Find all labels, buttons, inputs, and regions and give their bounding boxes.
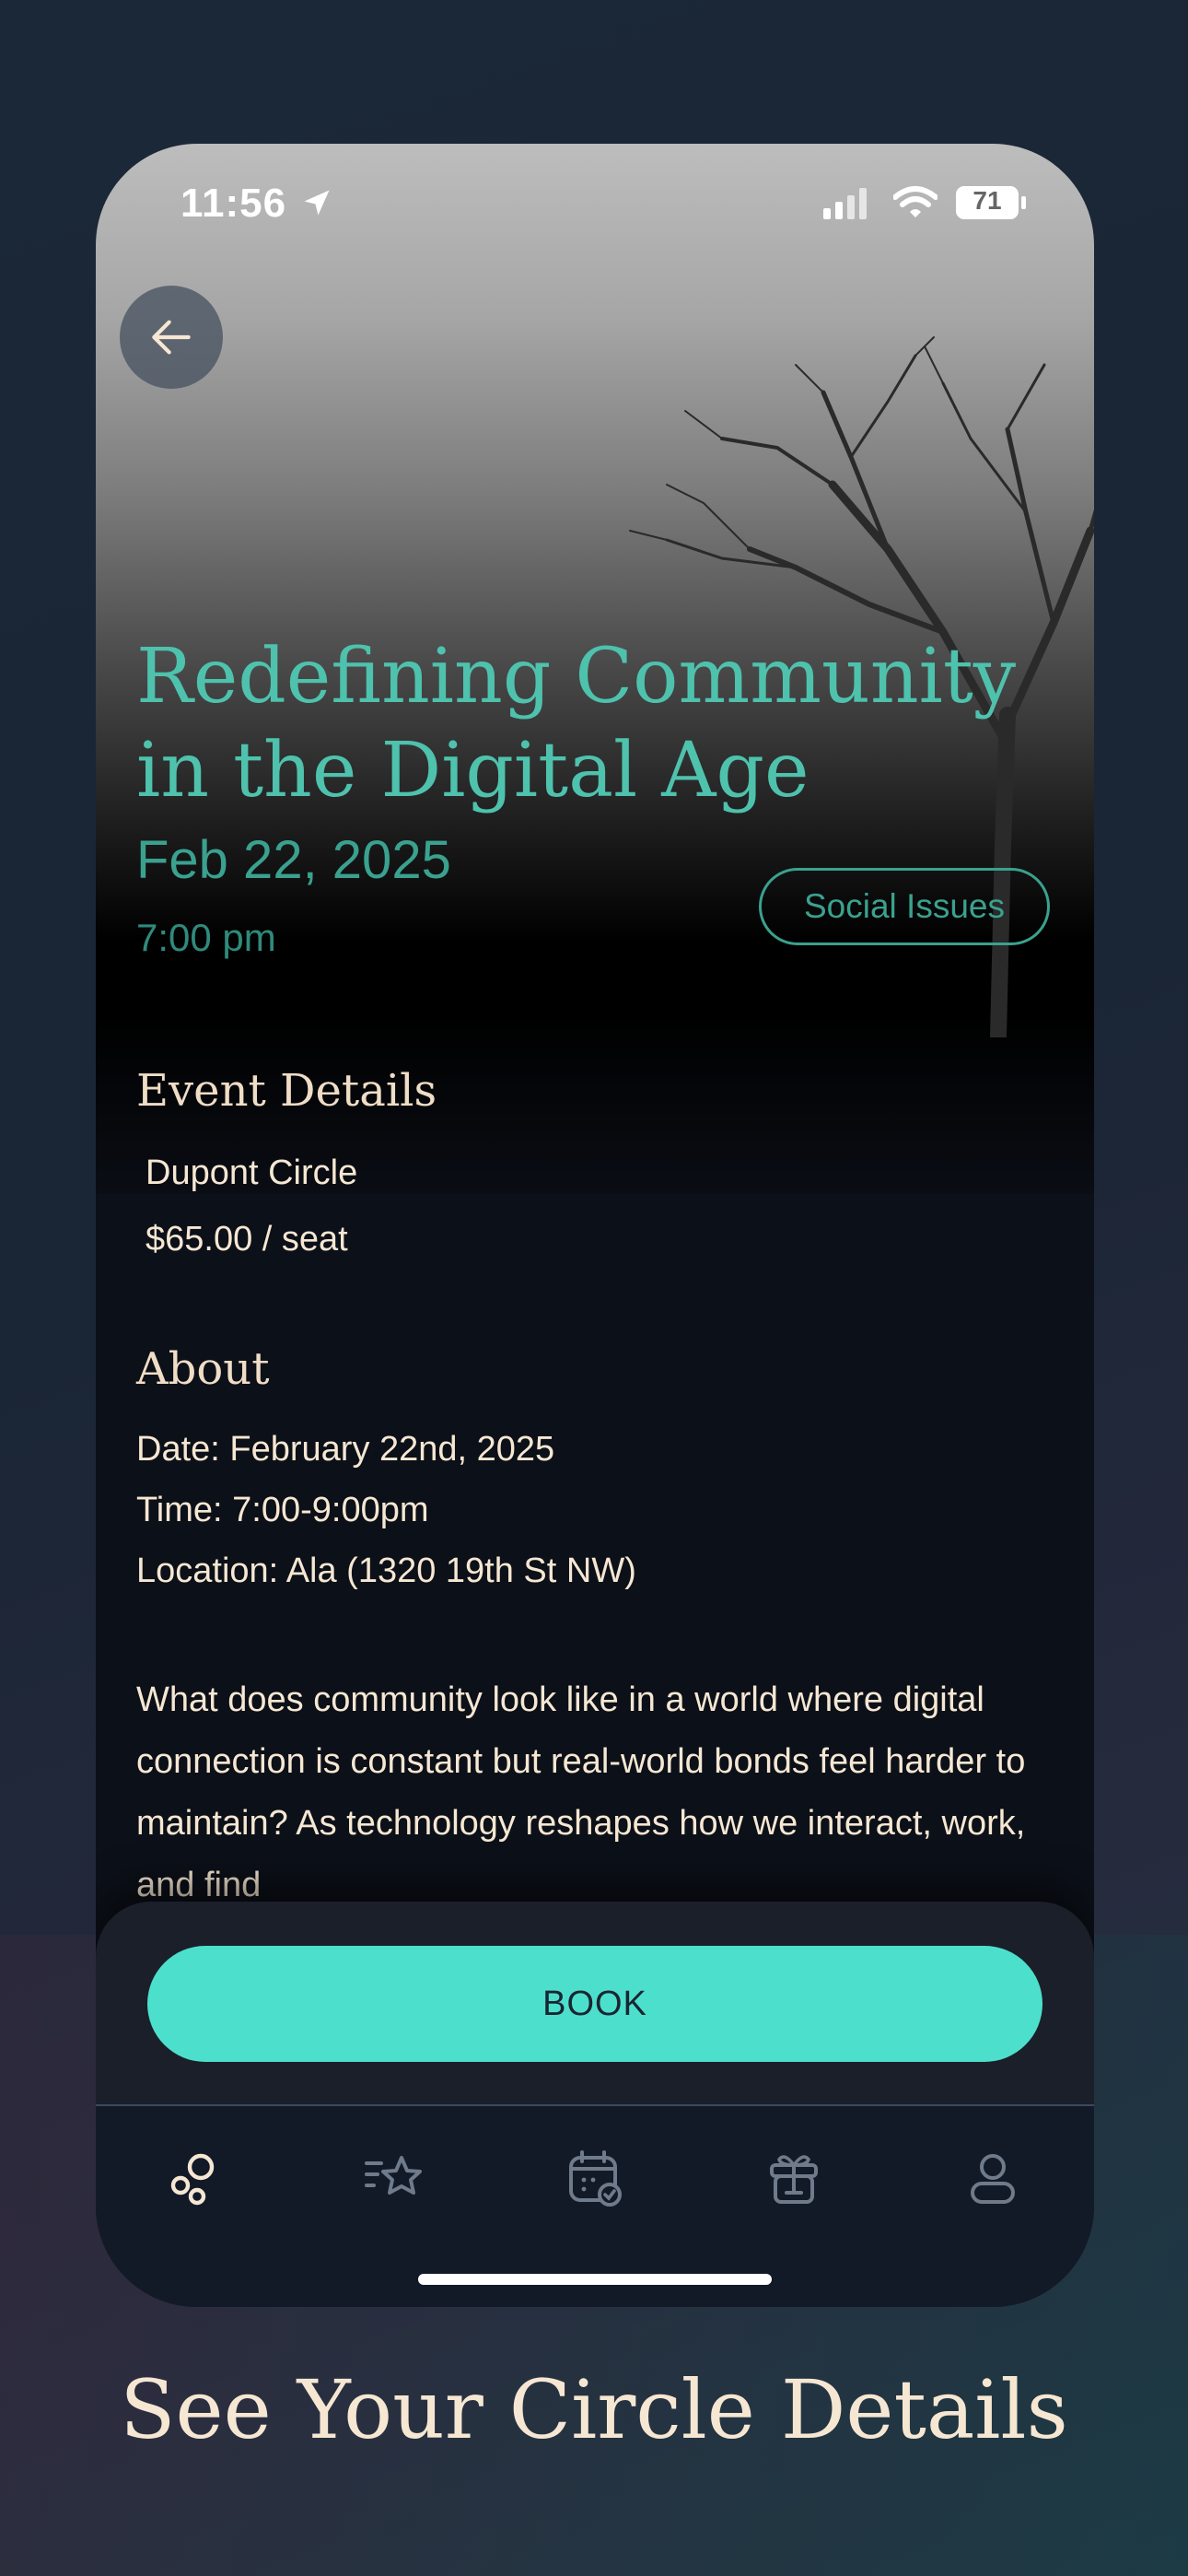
status-time: 11:56 <box>181 181 287 226</box>
battery-level: 71 <box>973 186 1002 215</box>
nav-favorites[interactable] <box>359 2143 429 2213</box>
about-time-line: Time: 7:00-9:00pm <box>136 1491 429 1529</box>
home-indicator <box>418 2274 772 2285</box>
event-price: $65.00 / seat <box>146 1220 348 1259</box>
about-location-line: Location: Ala (1320 19th St NW) <box>136 1551 636 1590</box>
gift-icon <box>770 2155 818 2204</box>
arrow-left-icon <box>152 320 191 355</box>
profile-icon <box>971 2154 1015 2204</box>
nav-profile[interactable] <box>958 2143 1028 2213</box>
circles-icon <box>170 2153 215 2206</box>
calendar-icon <box>569 2150 622 2207</box>
event-date: Feb 22, 2025 <box>136 830 451 890</box>
event-location: Dupont Circle <box>146 1153 358 1192</box>
nav-calendar[interactable] <box>560 2143 630 2213</box>
nav-gift[interactable] <box>759 2143 829 2213</box>
event-title: Redefining Community in the Digital Age <box>136 633 1017 814</box>
favorites-icon <box>365 2156 422 2195</box>
category-tag[interactable]: Social Issues <box>759 868 1050 945</box>
phone-screen: 11:56 71 Redefining Community in the Dig… <box>96 144 1094 2307</box>
event-time: 7:00 pm <box>136 916 276 959</box>
back-button[interactable] <box>120 286 223 389</box>
event-details-heading: Event Details <box>136 1065 437 1117</box>
about-date-line: Date: February 22nd, 2025 <box>136 1430 555 1469</box>
signal-icon <box>823 188 867 219</box>
location-arrow-icon <box>304 190 330 216</box>
about-description: What does community look like in a world… <box>136 1680 1026 1904</box>
about-heading: About <box>136 1343 270 1395</box>
wifi-icon <box>893 186 938 217</box>
book-button[interactable]: BOOK <box>147 1946 1042 2062</box>
nav-circles[interactable] <box>160 2143 230 2213</box>
promo-caption: See Your Circle Details <box>120 2362 1068 2457</box>
